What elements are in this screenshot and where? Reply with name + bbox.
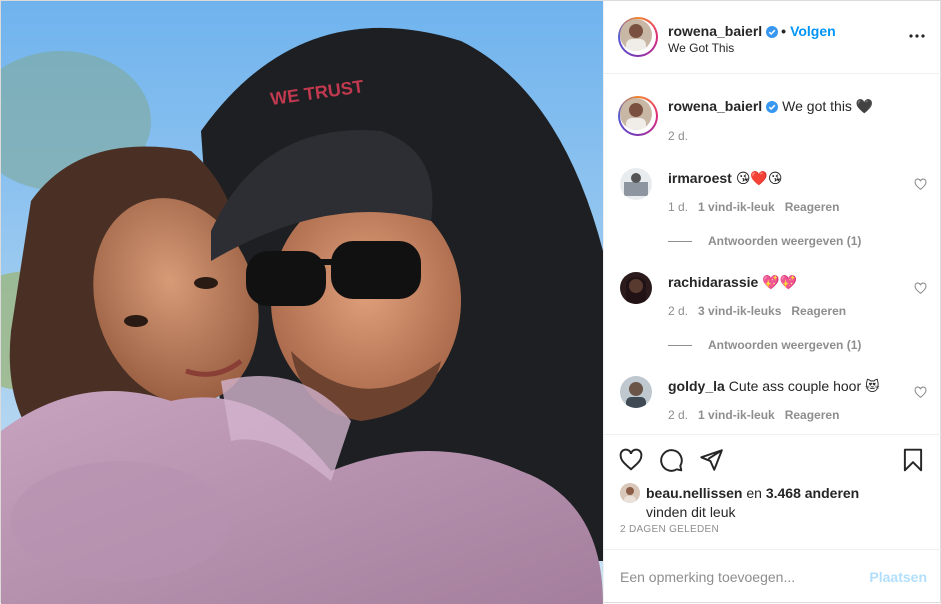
- comment-input[interactable]: [620, 566, 850, 588]
- comment-timestamp[interactable]: 1 d.: [668, 200, 688, 214]
- comment-like-count[interactable]: 1 vind-ik-leuk: [698, 408, 775, 422]
- caption-avatar[interactable]: [618, 96, 658, 136]
- couple-selfie-photo: WE TRUST: [1, 1, 603, 604]
- post-actions: beau.nellissen en 3.468 anderen vinden d…: [604, 434, 941, 549]
- view-replies-label: Antwoorden weergeven (1): [708, 234, 862, 248]
- comment-text: Cute ass couple hoor 😻: [728, 378, 880, 394]
- share-paper-plane-icon[interactable]: [698, 447, 724, 473]
- comment-bubble-icon[interactable]: [658, 447, 684, 473]
- comment-like-count[interactable]: 1 vind-ik-leuk: [698, 200, 775, 214]
- post-side-panel: rowena_baierl • Volgen We Got This rowena_…: [603, 1, 941, 604]
- caption-timestamp[interactable]: 2 d.: [668, 129, 688, 143]
- replies-line: [668, 345, 692, 347]
- view-replies-label: Antwoorden weergeven (1): [708, 338, 862, 352]
- comment-text: 😘❤️😘: [735, 170, 783, 186]
- comment-like-heart-icon[interactable]: [914, 386, 927, 399]
- liker-avatar[interactable]: [620, 483, 640, 503]
- caption-text: We got this 🖤: [782, 98, 874, 114]
- commenter-avatar[interactable]: [620, 376, 652, 408]
- reply-button[interactable]: Reageren: [791, 304, 846, 318]
- instagram-post-modal: WE TRUST rowena_baierl • Volgen We Got Thi…: [0, 0, 941, 604]
- likes-and-text: en: [742, 485, 766, 501]
- commenter-avatar[interactable]: [620, 168, 652, 200]
- author-avatar[interactable]: [618, 17, 658, 57]
- separator-dot: •: [781, 23, 787, 39]
- more-options-icon[interactable]: [907, 26, 927, 46]
- caption: rowena_baierl We got this 🖤: [668, 98, 873, 116]
- follow-button[interactable]: Volgen: [790, 23, 836, 39]
- reply-button[interactable]: Reageren: [785, 200, 840, 214]
- comment-timestamp[interactable]: 2 d.: [668, 408, 688, 422]
- post-photo[interactable]: WE TRUST: [1, 1, 603, 604]
- location-label[interactable]: We Got This: [668, 41, 734, 55]
- verified-badge-icon: [766, 25, 779, 41]
- like-heart-icon[interactable]: [618, 447, 644, 473]
- post-header: rowena_baierl • Volgen We Got This: [604, 1, 941, 74]
- comments-list[interactable]: rowena_baierl We got this 🖤 2 d. irmaroes…: [604, 74, 941, 434]
- add-comment-bar: Plaatsen: [604, 549, 941, 604]
- view-replies-button[interactable]: Antwoorden weergeven (1): [668, 338, 861, 352]
- post-date[interactable]: 2 DAGEN GELEDEN: [620, 524, 719, 535]
- commenter-username[interactable]: rachidarassie: [668, 274, 758, 290]
- comment-like-heart-icon[interactable]: [914, 282, 927, 295]
- post-comment-button[interactable]: Plaatsen: [869, 569, 927, 585]
- comment-timestamp[interactable]: 2 d.: [668, 304, 688, 318]
- caption-username[interactable]: rowena_baierl: [668, 98, 762, 114]
- commenter-avatar[interactable]: [620, 272, 652, 304]
- view-replies-button[interactable]: Antwoorden weergeven (1): [668, 234, 861, 248]
- liked-by-username[interactable]: beau.nellissen: [646, 485, 742, 501]
- comment-like-heart-icon[interactable]: [914, 178, 927, 191]
- comment-like-count[interactable]: 3 vind-ik-leuks: [698, 304, 781, 318]
- comment-text: 💖💖: [762, 274, 798, 290]
- likes-others-count[interactable]: 3.468 anderen: [766, 485, 859, 501]
- replies-line: [668, 241, 692, 243]
- likes-summary: beau.nellissen en 3.468 anderen vinden d…: [620, 483, 859, 521]
- likes-suffix: vinden dit leuk: [646, 504, 736, 520]
- reply-button[interactable]: Reageren: [785, 408, 840, 422]
- verified-badge-icon: [766, 100, 779, 116]
- commenter-username[interactable]: goldy_la: [668, 378, 725, 394]
- save-bookmark-icon[interactable]: [900, 447, 926, 473]
- commenter-username[interactable]: irmaroest: [668, 170, 732, 186]
- author-username[interactable]: rowena_baierl: [668, 23, 762, 39]
